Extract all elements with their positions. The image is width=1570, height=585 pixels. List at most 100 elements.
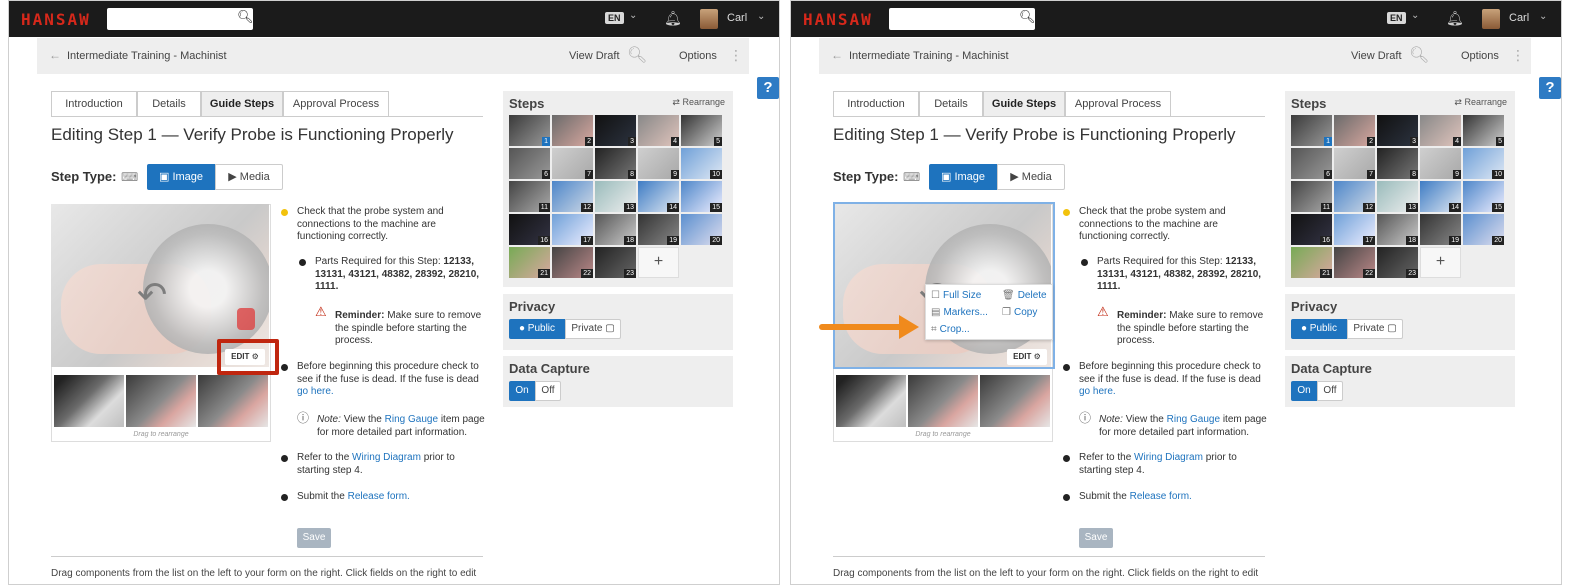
menu-markers[interactable]: ▤ Markers...	[931, 307, 988, 318]
tab-approval-process[interactable]: Approval Process	[1065, 91, 1171, 117]
bullet-4[interactable]: Refer to the Wiring Diagram prior to sta…	[1079, 452, 1271, 477]
step-thumbnail[interactable]: 12	[552, 181, 593, 212]
help-button[interactable]: ?	[1539, 77, 1561, 99]
step-thumbnail[interactable]: 8	[595, 148, 636, 179]
bullet-3[interactable]: Before beginning this procedure check to…	[297, 361, 489, 399]
thumbnail-2[interactable]	[908, 375, 978, 427]
data-capture-off-button[interactable]: Off	[1317, 381, 1343, 401]
privacy-private-button[interactable]: Private ▢	[565, 319, 621, 339]
rearrange-button[interactable]: ⇄ Rearrange	[672, 97, 725, 108]
step-thumbnail[interactable]: 3	[1377, 115, 1418, 146]
menu-delete[interactable]: 🗑︎ Delete	[1002, 290, 1047, 301]
step-thumbnail[interactable]: 13	[595, 181, 636, 212]
step-thumbnail[interactable]: 17	[552, 214, 593, 245]
options-link[interactable]: Options	[679, 50, 717, 62]
search-icon[interactable]: 🔍︎	[237, 9, 254, 25]
step-thumbnail[interactable]: 21	[1291, 247, 1332, 278]
chevron-down-icon[interactable]: ⌄	[757, 11, 765, 22]
user-name[interactable]: Carl	[727, 12, 747, 24]
thumbnail-3[interactable]	[980, 375, 1050, 427]
release-form-link[interactable]: Release form.	[1130, 491, 1192, 502]
breadcrumb[interactable]: Intermediate Training - Machinist	[67, 50, 227, 62]
step-thumbnail[interactable]: 9	[638, 148, 679, 179]
note[interactable]: Note: View the Ring Gauge item page for …	[317, 414, 489, 439]
step-thumbnail[interactable]: 14	[1420, 181, 1461, 212]
kebab-menu-icon[interactable]: ⋮	[1511, 47, 1525, 64]
step-thumbnail[interactable]: 2	[552, 115, 593, 146]
tab-details[interactable]: Details	[137, 91, 201, 117]
help-button[interactable]: ?	[757, 77, 779, 99]
step-type-image-button[interactable]: ▣ Image	[147, 164, 215, 190]
brand-logo[interactable]: HANSAW	[21, 10, 91, 29]
step-thumbnail[interactable]: 15	[1463, 181, 1504, 212]
add-step-button[interactable]: +	[1420, 247, 1461, 278]
menu-copy[interactable]: ❐ Copy	[1002, 307, 1037, 318]
breadcrumb[interactable]: Intermediate Training - Machinist	[849, 50, 1009, 62]
bullet-5[interactable]: Submit the Release form.	[297, 491, 489, 504]
step-thumbnail[interactable]: 19	[638, 214, 679, 245]
note[interactable]: Note: View the Ring Gauge item page for …	[1099, 414, 1271, 439]
privacy-private-button[interactable]: Private ▢	[1347, 319, 1403, 339]
magnifier-icon[interactable]: 🔍︎	[1409, 45, 1429, 65]
data-capture-on-button[interactable]: On	[1291, 381, 1317, 401]
go-here-link[interactable]: go here.	[297, 386, 334, 397]
step-thumbnail[interactable]: 10	[1463, 148, 1504, 179]
wiring-diagram-link[interactable]: Wiring Diagram	[352, 452, 421, 463]
step-thumbnail[interactable]: 20	[1463, 214, 1504, 245]
privacy-public-button[interactable]: ● Public	[1291, 319, 1347, 339]
bullet-2[interactable]: Parts Required for this Step: 12133, 131…	[1097, 256, 1273, 294]
data-capture-off-button[interactable]: Off	[535, 381, 561, 401]
back-arrow-icon[interactable]: ←	[831, 48, 843, 62]
user-name[interactable]: Carl	[1509, 12, 1529, 24]
menu-crop[interactable]: ⌗ Crop...	[931, 324, 970, 335]
bullet-1[interactable]: Check that the probe system and connecti…	[1079, 206, 1269, 244]
tab-details[interactable]: Details	[919, 91, 983, 117]
step-thumbnail[interactable]: 11	[1291, 181, 1332, 212]
step-thumbnail[interactable]: 4	[1420, 115, 1461, 146]
view-draft-link[interactable]: View Draft	[569, 50, 620, 62]
step-thumbnail[interactable]: 23	[1377, 247, 1418, 278]
privacy-public-button[interactable]: ● Public	[509, 319, 565, 339]
bullet-5[interactable]: Submit the Release form.	[1079, 491, 1271, 504]
reminder-note[interactable]: Reminder: Make sure to remove the spindl…	[335, 310, 491, 348]
step-thumbnail[interactable]: 7	[552, 148, 593, 179]
step-thumbnail[interactable]: 21	[509, 247, 550, 278]
thumbnail-1[interactable]	[836, 375, 906, 427]
search-input[interactable]	[889, 8, 1035, 30]
language-badge[interactable]: EN	[605, 12, 624, 24]
step-thumbnail[interactable]: 17	[1334, 214, 1375, 245]
bullet-4[interactable]: Refer to the Wiring Diagram prior to sta…	[297, 452, 489, 477]
step-thumbnail[interactable]: 20	[681, 214, 722, 245]
step-thumbnail[interactable]: 3	[595, 115, 636, 146]
step-thumbnail[interactable]: 8	[1377, 148, 1418, 179]
bullet-3[interactable]: Before beginning this procedure check to…	[1079, 361, 1271, 399]
brand-logo[interactable]: HANSAW	[803, 10, 873, 29]
step-thumbnail[interactable]: 5	[681, 115, 722, 146]
step-thumbnail[interactable]: 2	[1334, 115, 1375, 146]
save-button[interactable]: Save	[1079, 528, 1113, 548]
step-thumbnail[interactable]: 1	[509, 115, 550, 146]
step-type-media-button[interactable]: ▶ Media	[997, 164, 1065, 190]
thumbnail-3[interactable]	[198, 375, 268, 427]
magnifier-icon[interactable]: 🔍︎	[627, 45, 647, 65]
wiring-diagram-link[interactable]: Wiring Diagram	[1134, 452, 1203, 463]
step-thumbnail[interactable]: 18	[1377, 214, 1418, 245]
step-thumbnail[interactable]: 11	[509, 181, 550, 212]
avatar[interactable]	[1482, 9, 1500, 29]
language-badge[interactable]: EN	[1387, 12, 1406, 24]
ring-gauge-link[interactable]: Ring Gauge	[385, 414, 438, 425]
add-step-button[interactable]: +	[638, 247, 679, 278]
view-draft-link[interactable]: View Draft	[1351, 50, 1402, 62]
step-thumbnail[interactable]: 16	[1291, 214, 1332, 245]
step-thumbnail[interactable]: 22	[1334, 247, 1375, 278]
thumbnail-2[interactable]	[126, 375, 196, 427]
avatar[interactable]	[700, 9, 718, 29]
step-thumbnail[interactable]: 18	[595, 214, 636, 245]
step-thumbnail[interactable]: 4	[638, 115, 679, 146]
rearrange-button[interactable]: ⇄ Rearrange	[1454, 97, 1507, 108]
back-arrow-icon[interactable]: ←	[49, 48, 61, 62]
data-capture-on-button[interactable]: On	[509, 381, 535, 401]
step-thumbnail[interactable]: 14	[638, 181, 679, 212]
search-input[interactable]	[107, 8, 253, 30]
step-type-media-button[interactable]: ▶ Media	[215, 164, 283, 190]
